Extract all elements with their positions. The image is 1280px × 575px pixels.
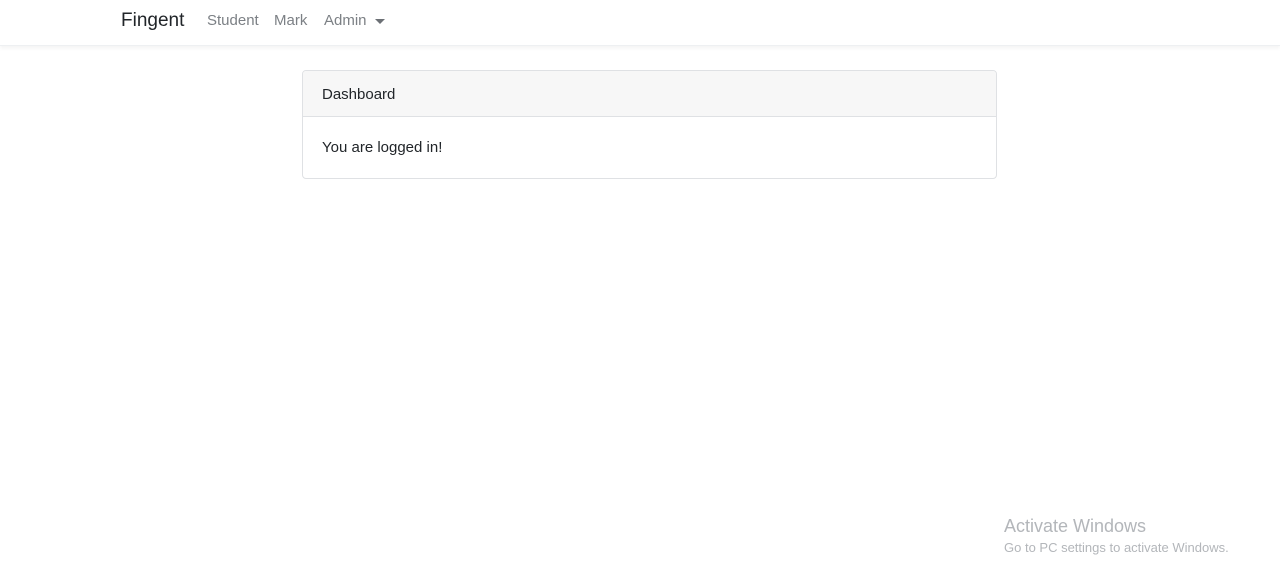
card-header: Dashboard bbox=[303, 71, 996, 117]
nav-item-mark[interactable]: Mark bbox=[274, 12, 307, 29]
nav-item-student[interactable]: Student bbox=[207, 12, 259, 29]
activate-windows-watermark: Activate Windows Go to PC settings to ac… bbox=[1004, 515, 1229, 557]
nav-item-admin-label: Admin bbox=[324, 12, 367, 29]
nav-item-admin-dropdown[interactable]: Admin bbox=[324, 12, 385, 29]
watermark-title: Activate Windows bbox=[1004, 516, 1147, 536]
caret-down-icon bbox=[374, 18, 385, 24]
card-body-message: You are logged in! bbox=[322, 139, 443, 156]
dashboard-card: Dashboard You are logged in! bbox=[302, 70, 997, 179]
brand-link[interactable]: Fingent bbox=[121, 10, 184, 32]
watermark-subtitle: Go to PC settings to activate Windows. bbox=[1004, 540, 1229, 555]
top-navbar: Fingent Student Mark Admin bbox=[0, 0, 1280, 46]
